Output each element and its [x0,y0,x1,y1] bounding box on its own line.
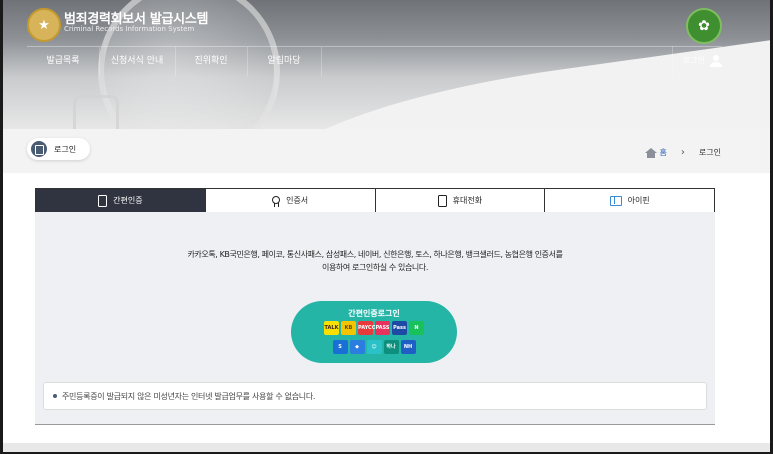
certificate-icon [272,195,281,207]
site-subtitle: Criminal Records Information System [64,25,195,33]
description-line-2: 이용하여 로그인하실 수 있습니다. [321,263,428,272]
provider-logo-icon: 하나 [383,340,399,354]
login-page-icon [31,141,47,157]
tab-label: 간편인증 [113,196,143,205]
notice-box: 주민등록증이 발급되지 않은 미성년자는 인터넷 발급업무를 사용할 수 없습니… [43,382,707,410]
divider [35,424,715,425]
police-emblem-icon[interactable]: ★ [27,8,61,42]
chevron-right-icon: › [680,147,685,158]
provider-logo-icon: N [409,321,424,335]
breadcrumb-bar: 로그인 홈 › 로그인 [3,129,770,173]
provider-logo-icon: PAYCO [358,321,376,335]
provider-logo-icon: ◆ [349,340,365,354]
header-login-label: 로그인 [682,56,705,65]
device-decoration [73,95,119,129]
breadcrumb: 홈 › 로그인 [644,147,721,158]
provider-logo-icon: KB [341,321,356,335]
simple-auth-login-button[interactable]: 간편인증로그인 TALK KB PAYCO PASS Pass N S ◆ ☺ 하나 NH [291,301,457,363]
description-line-1: 카카오톡, KB국민은행, 페이코, 통신사패스, 삼성패스, 네이버, 신한은… [187,250,563,259]
simple-auth-description: 카카오톡, KB국민은행, 페이코, 통신사패스, 삼성패스, 네이버, 신한은… [35,248,715,274]
tab-label: 휴대전화 [452,196,483,205]
auth-tabs: 간편인증 인증서 휴대전화 아이핀 [35,188,715,213]
provider-logo-icon: TALK [324,321,339,335]
tab-ipin[interactable]: 아이핀 [545,189,714,212]
main-nav: 발급목록 신청서식 안내 진위확인 알림마당 [27,46,722,76]
provider-logo-icon: NH [400,340,416,354]
tab-label: 아이핀 [627,196,650,205]
page-title: 로그인 [54,144,77,154]
header-login-button[interactable]: 로그인 [671,46,722,75]
footer-strip [3,443,770,452]
main-content: 간편인증 인증서 휴대전화 아이핀 카카오톡, KB국민은행, 페이코, 통신사… [3,173,770,452]
provider-logo-icon: S [332,340,348,354]
nav-item-issue-list[interactable]: 발급목록 [27,47,100,76]
site-header: ★ 범죄경력회보서 발급시스템 Criminal Records Informa… [3,0,770,129]
ipin-icon [609,195,622,206]
simple-auth-panel: 카카오톡, KB국민은행, 페이코, 통신사패스, 삼성패스, 네이버, 신한은… [35,212,715,424]
tab-certificate[interactable]: 인증서 [205,189,376,212]
tab-mobile-phone[interactable]: 휴대전화 [375,189,546,212]
home-icon [644,147,657,158]
person-icon [710,54,722,67]
nav-item-form-guide[interactable]: 신청서식 안내 [99,47,176,76]
phone-icon [98,194,108,207]
mobile-phone-icon [437,194,447,207]
page-title-pill: 로그인 [27,138,91,160]
header-curve [256,28,770,129]
simple-auth-login-label: 간편인증로그인 [348,309,400,318]
nav-item-verification[interactable]: 진위확인 [175,47,248,76]
breadcrumb-home[interactable]: 홈 [644,147,667,158]
tab-simple-auth[interactable]: 간편인증 [36,189,206,212]
green-mascot-badge-icon[interactable]: ✿ [686,8,722,44]
breadcrumb-current: 로그인 [698,148,721,157]
app-window: ★ 범죄경력회보서 발급시스템 Criminal Records Informa… [3,0,770,452]
breadcrumb-home-label: 홈 [659,148,667,157]
notice-text: 주민등록증이 발급되지 않은 미성년자는 인터넷 발급업무를 사용할 수 없습니… [62,392,316,401]
provider-logo-icon: PASS [375,321,390,335]
provider-logo-icon: ☺ [366,340,382,354]
provider-logo-icon: Pass [392,321,407,335]
bullet-icon [53,394,57,398]
nav-item-notice-board[interactable]: 알림마당 [247,47,322,76]
tab-label: 인증서 [286,196,309,205]
